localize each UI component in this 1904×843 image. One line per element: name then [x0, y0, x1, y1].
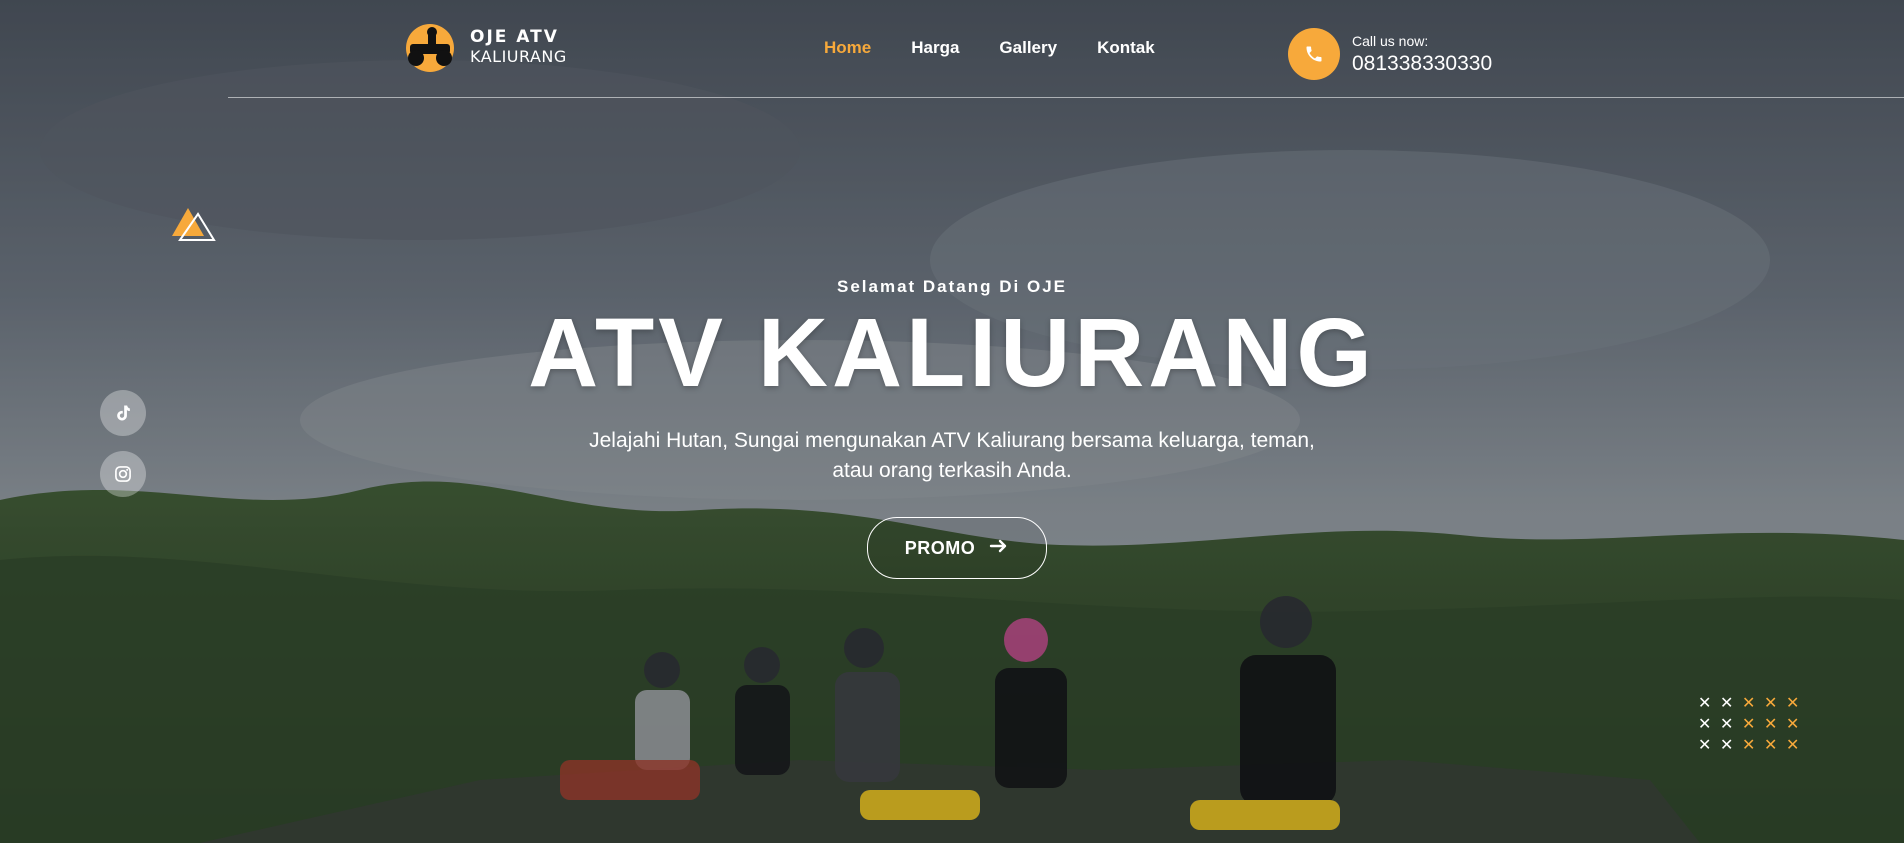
brand-subtitle: KALIURANG — [470, 47, 567, 66]
call-us-block[interactable]: Call us now: 081338330330 — [1288, 28, 1492, 80]
nav-item-gallery[interactable]: Gallery — [999, 38, 1057, 58]
instagram-icon[interactable] — [100, 451, 146, 497]
header-divider — [228, 97, 1904, 98]
social-links — [100, 390, 146, 512]
main-nav: Home Harga Gallery Kontak — [824, 38, 1195, 58]
triangle-decoration-icon — [168, 202, 220, 246]
phone-icon[interactable] — [1288, 28, 1340, 80]
nav-item-harga[interactable]: Harga — [911, 38, 959, 58]
cross-pattern-decoration-icon: ✕ ✕ ✕ ✕ ✕ ✕ ✕ ✕ ✕ ✕ ✕ ✕ ✕ ✕ ✕ — [1698, 693, 1800, 754]
call-label: Call us now: — [1352, 32, 1429, 49]
phone-number[interactable]: 081338330330 — [1352, 52, 1492, 76]
nav-item-kontak[interactable]: Kontak — [1097, 38, 1155, 58]
arrow-right-icon — [989, 538, 1009, 559]
brand-name: OJE ATV — [470, 27, 559, 47]
hero-subtitle: Jelajahi Hutan, Sungai mengunakan ATV Ka… — [589, 429, 1315, 482]
brand-logo[interactable]: OJE ATV KALIURANG — [400, 20, 567, 74]
promo-button[interactable]: PROMO — [867, 517, 1047, 579]
hero-title: ATV KALIURANG — [528, 298, 1376, 407]
atv-logo-icon — [400, 20, 464, 74]
hero-eyebrow: Selamat Datang Di OJE — [836, 277, 1067, 296]
nav-item-home[interactable]: Home — [824, 38, 871, 58]
promo-button-label: PROMO — [904, 537, 976, 558]
site-header: OJE ATV KALIURANG Home Harga Gallery Kon… — [0, 0, 1904, 98]
background-overlay — [0, 0, 1904, 843]
